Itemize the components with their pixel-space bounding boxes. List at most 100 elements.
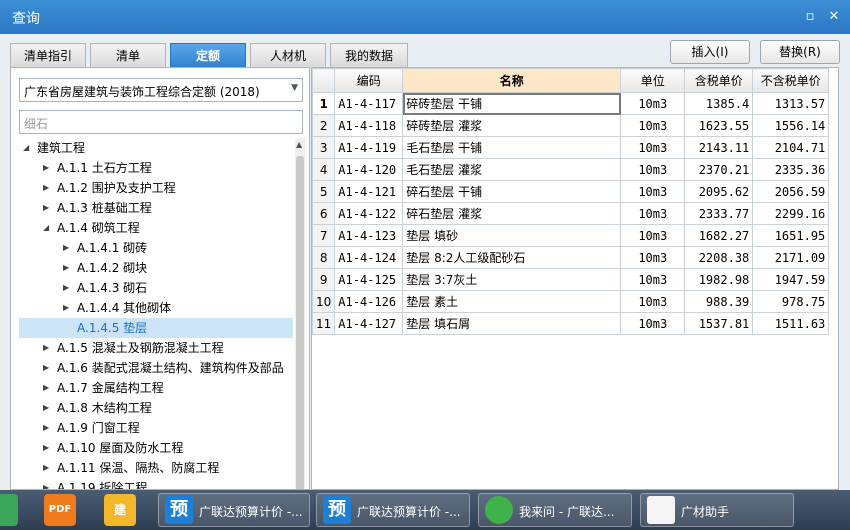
header-price-notax[interactable]: 不含税单价 [752, 68, 830, 93]
close-icon[interactable]: ✕ [826, 9, 842, 25]
tree-item[interactable]: ▶ A.1.7 金属结构工程 [19, 378, 293, 398]
cell-unit[interactable]: 10m3 [620, 202, 686, 225]
collapsed-arrow-icon[interactable]: ▶ [43, 438, 49, 458]
tree-item[interactable]: ▶ A.1.8 木结构工程 [19, 398, 293, 418]
pdf-icon[interactable]: PDF [44, 494, 76, 526]
collapsed-arrow-icon[interactable]: ▶ [43, 158, 49, 178]
construction-app-icon[interactable]: 建 [104, 494, 136, 526]
cell-unit[interactable]: 10m3 [620, 224, 686, 247]
tree-item[interactable]: ▶ A.1.1 土石方工程 [19, 158, 293, 178]
cell-price-tax[interactable]: 2208.38 [684, 246, 754, 269]
cell-name[interactable]: 碎石垫层 灌浆 [402, 202, 622, 225]
cell-unit[interactable]: 10m3 [620, 246, 686, 269]
tab-quota[interactable]: 定额 [170, 43, 246, 67]
cell-unit[interactable]: 10m3 [620, 136, 686, 159]
cell-unit[interactable]: 10m3 [620, 268, 686, 291]
cell-code[interactable]: A1-4-119 [334, 136, 404, 159]
tab-labor-material[interactable]: 人材机 [250, 43, 326, 67]
collapsed-arrow-icon[interactable]: ▶ [63, 238, 69, 258]
cell-price-tax[interactable]: 1982.98 [684, 268, 754, 291]
collapsed-arrow-icon[interactable]: ▶ [43, 178, 49, 198]
task-ask[interactable]: 我来问 - 广联达... [478, 493, 632, 527]
collapsed-arrow-icon[interactable]: ▶ [63, 298, 69, 318]
scrollbar-thumb[interactable] [296, 156, 304, 489]
replace-button[interactable]: 替换(R) [760, 40, 840, 64]
cell-code[interactable]: A1-4-121 [334, 180, 404, 203]
collapsed-arrow-icon[interactable]: ▶ [43, 338, 49, 358]
cell-name[interactable]: 碎砖垫层 灌浆 [402, 114, 622, 137]
collapsed-arrow-icon[interactable]: ▶ [43, 378, 49, 398]
cell-price-tax[interactable]: 2370.21 [684, 158, 754, 181]
cell-price-notax[interactable]: 2171.09 [752, 246, 830, 269]
cell-name[interactable]: 垫层 素土 [402, 290, 622, 313]
collapsed-arrow-icon[interactable]: ▶ [43, 198, 49, 218]
tree-item[interactable]: ▶ A.1.19 拆除工程 [19, 478, 293, 489]
header-unit[interactable]: 单位 [620, 68, 686, 93]
cell-name[interactable]: 碎砖垫层 干铺 [402, 92, 622, 115]
tab-bill[interactable]: 清单 [90, 43, 166, 67]
cell-name[interactable]: 毛石垫层 灌浆 [402, 158, 622, 181]
cell-unit[interactable]: 10m3 [620, 158, 686, 181]
cell-price-notax[interactable]: 2335.36 [752, 158, 830, 181]
cell-price-notax[interactable]: 978.75 [752, 290, 830, 313]
task-material-helper[interactable]: 广材助手 [640, 493, 794, 527]
cell-unit[interactable]: 10m3 [620, 180, 686, 203]
cell-price-tax[interactable]: 1623.55 [684, 114, 754, 137]
cell-price-notax[interactable]: 2299.16 [752, 202, 830, 225]
task-glodon-1[interactable]: 预 广联达预算计价 -... [158, 493, 310, 527]
cell-name[interactable]: 垫层 8:2人工级配砂石 [402, 246, 622, 269]
cell-price-tax[interactable]: 2333.77 [684, 202, 754, 225]
cell-code[interactable]: A1-4-122 [334, 202, 404, 225]
table-row[interactable]: 7 A1-4-123 垫层 填砂 10m3 1682.27 1651.95 [312, 224, 830, 247]
table-row[interactable]: 5 A1-4-121 碎石垫层 干铺 10m3 2095.62 2056.59 [312, 180, 830, 203]
table-row[interactable]: 8 A1-4-124 垫层 8:2人工级配砂石 10m3 2208.38 2171.09 [312, 246, 830, 269]
tree-item[interactable]: ▶ A.1.3 桩基础工程 [19, 198, 293, 218]
tree-item[interactable]: ▶ A.1.11 保温、隔热、防腐工程 [19, 458, 293, 478]
cell-unit[interactable]: 10m3 [620, 312, 686, 335]
cell-name[interactable]: 碎石垫层 干铺 [402, 180, 622, 203]
cell-code[interactable]: A1-4-125 [334, 268, 404, 291]
cell-price-notax[interactable]: 1651.95 [752, 224, 830, 247]
expanded-arrow-icon[interactable]: ◢ [43, 218, 49, 238]
header-code[interactable]: 编码 [334, 68, 404, 93]
tree-item[interactable]: ▶ A.1.4.3 砌石 [19, 278, 293, 298]
cell-code[interactable]: A1-4-120 [334, 158, 404, 181]
tree-item[interactable]: ▶ A.1.10 屋面及防水工程 [19, 438, 293, 458]
tree-item[interactable]: ◢ A.1.4 砌筑工程 [19, 218, 293, 238]
tree-item[interactable]: ◢ 建筑工程 [19, 138, 293, 158]
task-glodon-2[interactable]: 预 广联达预算计价 -... [316, 493, 470, 527]
table-row[interactable]: 3 A1-4-119 毛石垫层 干铺 10m3 2143.11 2104.71 [312, 136, 830, 159]
tree-item[interactable]: ▶ A.1.2 围护及支护工程 [19, 178, 293, 198]
tree-item[interactable]: ▶ A.1.6 装配式混凝土结构、建筑构件及部品 [19, 358, 293, 378]
cell-code[interactable]: A1-4-118 [334, 114, 404, 137]
tree-item[interactable]: ▶ A.1.9 门窗工程 [19, 418, 293, 438]
tree-scrollbar[interactable]: ▲ [295, 138, 305, 489]
wechat-icon[interactable] [0, 494, 18, 526]
scroll-up-icon[interactable]: ▲ [296, 140, 302, 149]
cell-name[interactable]: 垫层 填石屑 [402, 312, 622, 335]
table-row[interactable]: 6 A1-4-122 碎石垫层 灌浆 10m3 2333.77 2299.16 [312, 202, 830, 225]
cell-code[interactable]: A1-4-117 [334, 92, 404, 115]
cell-code[interactable]: A1-4-124 [334, 246, 404, 269]
library-select[interactable]: 广东省房屋建筑与装饰工程综合定额 (2018) ▼ [19, 78, 303, 102]
cell-code[interactable]: A1-4-127 [334, 312, 404, 335]
cell-price-tax[interactable]: 1385.4 [684, 92, 754, 115]
table-row[interactable]: 1 A1-4-117 碎砖垫层 干铺 10m3 1385.4 1313.57 [312, 92, 830, 115]
collapsed-arrow-icon[interactable]: ▶ [43, 398, 49, 418]
cell-unit[interactable]: 10m3 [620, 114, 686, 137]
cell-unit[interactable]: 10m3 [620, 92, 686, 115]
cell-name[interactable]: 毛石垫层 干铺 [402, 136, 622, 159]
cell-price-notax[interactable]: 1313.57 [752, 92, 830, 115]
cell-name[interactable]: 垫层 3:7灰土 [402, 268, 622, 291]
cell-price-notax[interactable]: 2104.71 [752, 136, 830, 159]
cell-price-tax[interactable]: 1537.81 [684, 312, 754, 335]
cell-price-tax[interactable]: 2095.62 [684, 180, 754, 203]
expanded-arrow-icon[interactable]: ◢ [23, 138, 29, 158]
collapsed-arrow-icon[interactable]: ▶ [43, 358, 49, 378]
cell-price-notax[interactable]: 2056.59 [752, 180, 830, 203]
collapsed-arrow-icon[interactable]: ▶ [63, 278, 69, 298]
table-row[interactable]: 11 A1-4-127 垫层 填石屑 10m3 1537.81 1511.63 [312, 312, 830, 335]
cell-price-tax[interactable]: 2143.11 [684, 136, 754, 159]
tab-bill-guide[interactable]: 清单指引 [10, 43, 86, 67]
table-row[interactable]: 4 A1-4-120 毛石垫层 灌浆 10m3 2370.21 2335.36 [312, 158, 830, 181]
